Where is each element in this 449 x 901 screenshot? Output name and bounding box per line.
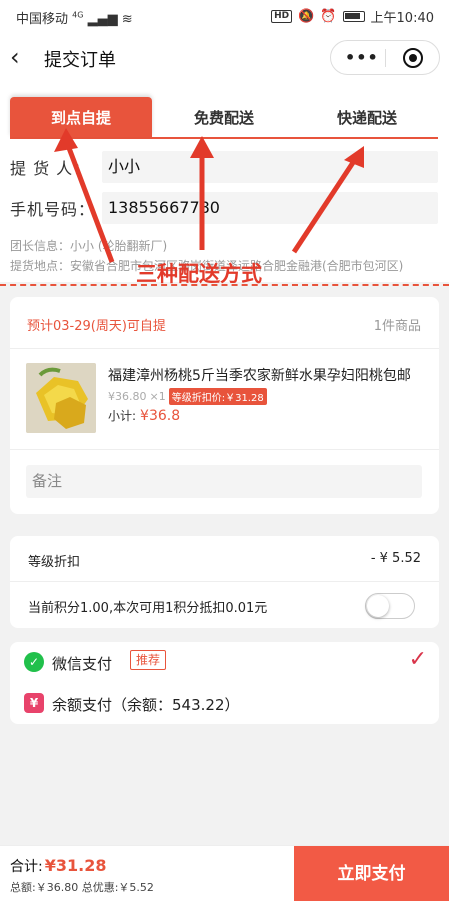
status-right: HD 🔕 ⏰ 上午10:40 — [271, 7, 434, 26]
wechat-pay-label: 微信支付 — [52, 655, 113, 673]
order-card-header: 预计03-29(周天)可自提 1件商品 — [10, 297, 439, 349]
close-miniprogram-icon[interactable] — [403, 48, 423, 68]
wechat-icon: ✓ — [24, 652, 44, 672]
payment-card: ✓ 微信支付 推荐 ✓ ¥ 余额支付（余额：543.22） — [10, 642, 439, 724]
level-discount-label: 等级折扣 — [28, 555, 81, 570]
remark-input[interactable]: 备注 — [26, 465, 422, 498]
tab-pickup[interactable]: 到点自提 — [10, 97, 152, 137]
price-breakdown: 总额:￥36.80 总优惠:￥5.52 — [10, 881, 154, 894]
tab-express-delivery[interactable]: 快递配送 — [296, 97, 438, 137]
subtotal-value: ¥36.8 — [140, 408, 181, 424]
phone-row: 手机号码： 13855667780 — [10, 192, 438, 224]
pay-now-button[interactable]: 立即支付 — [294, 846, 449, 901]
mini-program-capsule: ••• — [330, 40, 440, 75]
quantity: ×1 — [149, 390, 166, 403]
battery-icon — [342, 11, 365, 22]
carrier-label: 中国移动 4G ▂▄▆ ≋ — [16, 10, 133, 27]
product-price-row: ¥36.80 ×1 等级折扣价:￥31.28 — [108, 388, 267, 405]
phone-input[interactable]: 13855667780 — [102, 192, 438, 224]
unit-price: ¥36.80 — [108, 390, 147, 403]
back-icon[interactable]: ‹ — [10, 44, 20, 70]
level-discount-row: 等级折扣 - ¥ 5.52 — [10, 536, 439, 582]
clock-text: 上午10:40 — [370, 11, 434, 26]
order-divider — [10, 449, 439, 450]
annotation-text: 三种配送方式 — [136, 262, 262, 286]
points-label: 当前积分1.00,本次可用1积分抵扣0.01元 — [28, 601, 268, 616]
wechat-pay-option[interactable]: ✓ 微信支付 推荐 ✓ — [10, 643, 439, 683]
tab-free-delivery[interactable]: 免费配送 — [153, 97, 295, 137]
balance-pay-option[interactable]: ¥ 余额支付（余额：543.22） — [10, 684, 439, 724]
capsule-divider — [385, 49, 386, 67]
more-icon[interactable]: ••• — [345, 48, 379, 67]
subtotal: 小计: ¥36.8 — [108, 408, 181, 424]
delivery-section: 到点自提 免费配送 快递配送 提 货 人： 小小 手机号码： 138556677… — [0, 84, 449, 282]
item-count: 1件商品 — [373, 319, 421, 334]
mute-icon: 🔕 — [298, 9, 315, 24]
phone-label: 手机号码： — [10, 200, 96, 219]
page-title: 提交订单 — [44, 50, 116, 71]
total-value: ¥31.28 — [44, 856, 107, 875]
recommend-badge: 推荐 — [130, 650, 167, 670]
product-name[interactable]: 福建漳州杨桃5斤当季农家新鲜水果孕妇阳桃包邮 — [108, 365, 418, 385]
points-toggle[interactable] — [365, 593, 415, 619]
order-card: 预计03-29(周天)可自提 1件商品 福建漳州杨桃5斤当季农家新鲜水果孕妇阳桃… — [10, 297, 439, 514]
total: 合计: ¥31.28 — [10, 856, 107, 875]
level-discount-value: - ¥ 5.52 — [370, 551, 421, 566]
balance-pay-label: 余额支付（余额：543.22） — [52, 696, 240, 714]
selected-check-icon: ✓ — [408, 647, 427, 672]
discount-card: 等级折扣 - ¥ 5.52 当前积分1.00,本次可用1积分抵扣0.01元 — [10, 536, 439, 628]
pickup-person-row: 提 货 人： 小小 — [10, 151, 438, 183]
points-row: 当前积分1.00,本次可用1积分抵扣0.01元 — [10, 582, 439, 628]
pickup-person-label: 提 货 人： — [10, 159, 91, 178]
bottom-bar: 合计: ¥31.28 总额:￥36.80 总优惠:￥5.52 立即支付 — [0, 845, 449, 901]
balance-icon: ¥ — [24, 693, 44, 713]
delivery-tabs: 到点自提 免费配送 快递配送 — [10, 97, 438, 139]
alarm-icon: ⏰ — [320, 9, 337, 24]
nav-bar: ‹ 提交订单 ••• — [0, 32, 449, 84]
pickup-person-input[interactable]: 小小 — [102, 151, 438, 183]
level-discount-badge: 等级折扣价:￥31.28 — [168, 388, 267, 405]
status-bar: 中国移动 4G ▂▄▆ ≋ HD 🔕 ⏰ 上午10:40 — [0, 0, 449, 32]
pickup-estimate: 预计03-29(周天)可自提 — [27, 319, 166, 334]
hd-icon: HD — [271, 10, 293, 23]
product-image[interactable] — [26, 363, 96, 433]
leader-info: 团长信息：小小 (轮胎翻新厂) — [10, 239, 168, 253]
